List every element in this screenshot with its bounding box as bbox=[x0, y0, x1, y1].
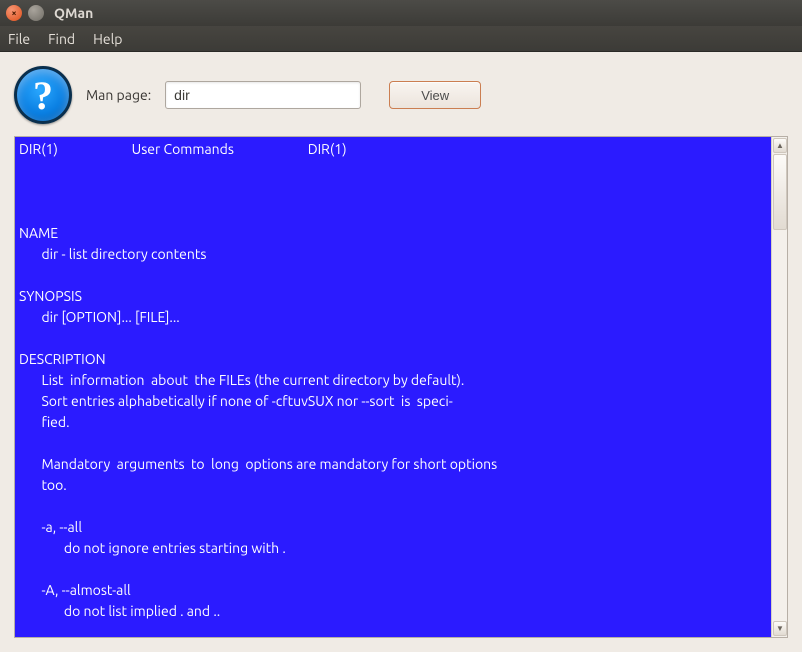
section-name: NAME bbox=[19, 225, 58, 241]
question-icon: ? bbox=[14, 66, 72, 124]
desc-line: Mandatory arguments to long options are … bbox=[19, 456, 497, 472]
opt-flag: -A, --almost-all bbox=[19, 582, 131, 598]
close-icon[interactable]: × bbox=[6, 5, 22, 21]
menubar: File Find Help bbox=[0, 26, 802, 52]
top-row: ? Man page: View bbox=[14, 66, 788, 124]
header-left: DIR(1) bbox=[19, 141, 58, 157]
manpage-label: Man page: bbox=[86, 87, 151, 103]
desc-line: List information about the FILEs (the cu… bbox=[19, 372, 464, 388]
manpage-viewer: DIR(1) User Commands DIR(1) NAME dir - l… bbox=[14, 136, 788, 638]
scrollbar[interactable]: ▲ ▼ bbox=[771, 137, 787, 637]
name-line: dir - list directory contents bbox=[19, 246, 206, 262]
titlebar: × QMan bbox=[0, 0, 802, 26]
desc-line: fied. bbox=[19, 414, 70, 430]
header-center: User Commands bbox=[132, 141, 234, 157]
menu-help[interactable]: Help bbox=[93, 31, 122, 47]
scroll-down-icon[interactable]: ▼ bbox=[773, 621, 787, 636]
window-title: QMan bbox=[54, 5, 93, 21]
section-description: DESCRIPTION bbox=[19, 351, 106, 367]
desc-line: too. bbox=[19, 477, 67, 493]
desc-line: Sort entries alphabetically if none of -… bbox=[19, 393, 453, 409]
view-button[interactable]: View bbox=[389, 81, 481, 109]
menu-find[interactable]: Find bbox=[48, 31, 75, 47]
synopsis-line: dir [OPTION]... [FILE]... bbox=[19, 309, 180, 325]
manpage-input[interactable] bbox=[165, 81, 361, 109]
manpage-text[interactable]: DIR(1) User Commands DIR(1) NAME dir - l… bbox=[15, 137, 771, 637]
opt-flag: -a, --all bbox=[19, 519, 82, 535]
opt-desc: do not list implied . and .. bbox=[19, 603, 220, 619]
section-synopsis: SYNOPSIS bbox=[19, 288, 82, 304]
scroll-thumb[interactable] bbox=[773, 154, 787, 230]
header-right: DIR(1) bbox=[308, 141, 347, 157]
minimize-icon[interactable] bbox=[28, 5, 44, 21]
content-area: ? Man page: View DIR(1) User Commands DI… bbox=[0, 52, 802, 652]
scroll-up-icon[interactable]: ▲ bbox=[773, 138, 787, 153]
opt-desc: do not ignore entries starting with . bbox=[19, 540, 286, 556]
menu-file[interactable]: File bbox=[8, 31, 30, 47]
